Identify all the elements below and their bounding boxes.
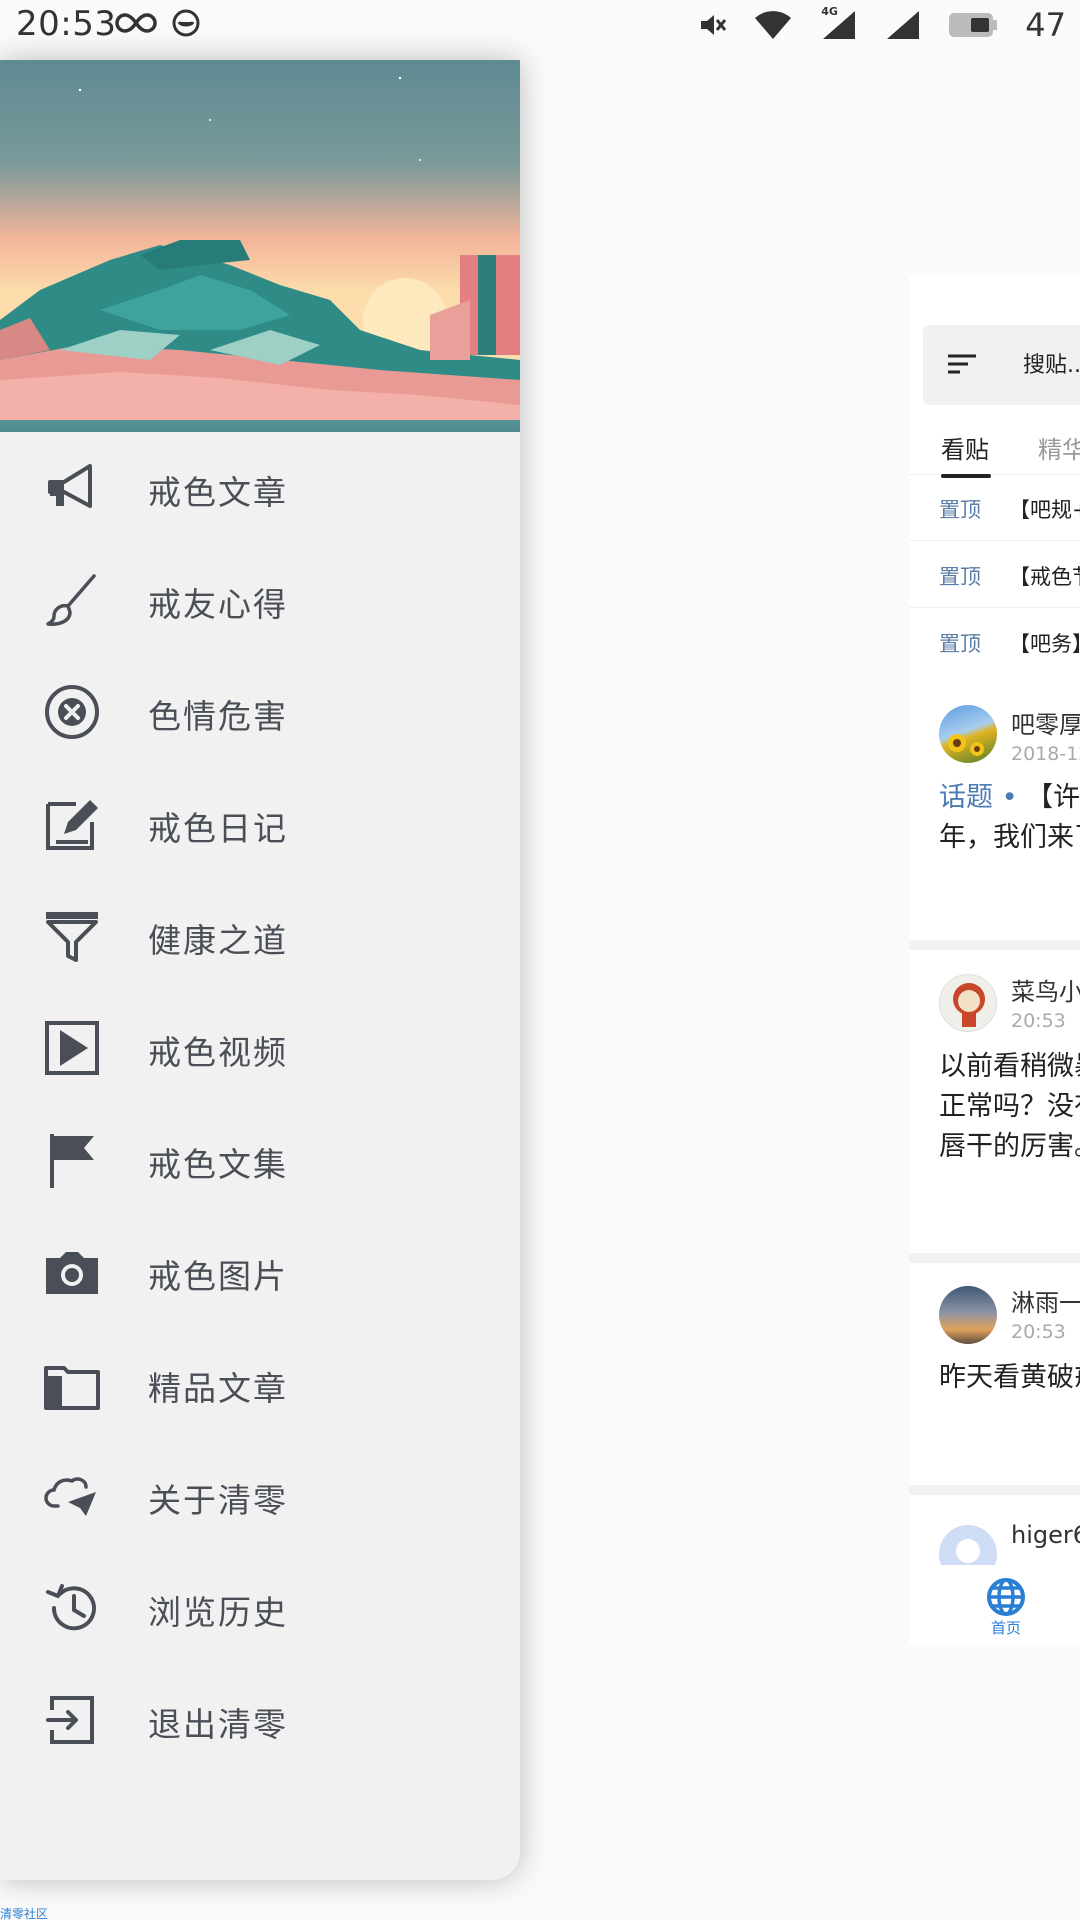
post-author[interactable]: 菜鸟小 [1011, 972, 1080, 1007]
status-left-icons [115, 8, 201, 38]
avatar[interactable] [939, 705, 997, 763]
menu-label: 戒友心得 [148, 585, 288, 624]
edit-icon [46, 800, 98, 850]
folder-icon [44, 1366, 100, 1410]
post-time: 20:53 [1011, 1010, 1066, 1032]
pinned-post[interactable]: 置顶 【吧规+ [909, 475, 1080, 541]
menu-item-collection[interactable]: 戒色文集 [0, 1104, 520, 1216]
status-bar: 20:53 4G 47 [0, 0, 1080, 52]
avatar[interactable] [939, 1286, 997, 1344]
play-icon [45, 1021, 99, 1075]
post-card[interactable]: higer66 [909, 1495, 1080, 1565]
menu-label: 戒色文集 [148, 1145, 288, 1184]
menu-item-featured-articles[interactable]: 精品文章 [0, 1328, 520, 1440]
menu-item-health[interactable]: 健康之道 [0, 880, 520, 992]
bottom-nav: 首页 [909, 1565, 1080, 1645]
flag-icon [50, 1134, 94, 1188]
post-author[interactable]: higer66 [1011, 1521, 1080, 1549]
filter-icon[interactable] [947, 353, 977, 375]
network-type: 4G [821, 5, 838, 18]
globe-icon [987, 1578, 1025, 1616]
menu-label: 健康之道 [148, 921, 288, 960]
infinity-icon [115, 13, 157, 33]
app-notification-icon [172, 9, 200, 37]
post-card[interactable]: 菜鸟小 20:53 以前看稍微暴 正常吗？没有 唇干的厉害。 [909, 950, 1080, 1253]
menu-item-harms[interactable]: 色情危害 [0, 656, 520, 768]
pinned-badge: 置顶 [939, 565, 981, 589]
background-app: 搜贴... 看贴 精华 置顶 【吧规+ 置顶 【戒色节 置顶 【吧务】 吧零厚 … [909, 275, 1080, 1645]
topic-separator: • [1001, 782, 1018, 813]
post-card[interactable]: 吧零厚 2018-12 话题 • 【许愿 年，我们来了 [909, 675, 1080, 940]
battery-icon [949, 13, 998, 37]
tab-featured[interactable]: 精华 [1038, 430, 1080, 465]
search-bar[interactable]: 搜贴... [923, 325, 1080, 405]
menu-label: 戒色视频 [148, 1033, 288, 1072]
post-divider [909, 1485, 1080, 1495]
nav-home[interactable]: 首页 [986, 1577, 1026, 1637]
post-author[interactable]: 淋雨一 [1011, 1283, 1080, 1318]
post-card[interactable]: 淋雨一 20:53 昨天看黄破戒 [909, 1263, 1080, 1485]
menu-label: 精品文章 [148, 1369, 288, 1408]
pinned-post[interactable]: 置顶 【戒色节 [909, 542, 1080, 608]
menu-item-experience[interactable]: 戒友心得 [0, 544, 520, 656]
tab-posts[interactable]: 看贴 [941, 430, 991, 478]
exit-icon [46, 1696, 94, 1744]
menu-item-articles[interactable]: 戒色文章 [0, 432, 520, 544]
wifi-icon [755, 11, 792, 39]
menu-label: 退出清零 [148, 1705, 288, 1744]
battery-level: 47 [1025, 6, 1066, 44]
post-body-line: 以前看稍微暴 [939, 1051, 1080, 1082]
post-body-line: 话题 • 【许愿 [939, 778, 1080, 818]
footer-text: 清零社区 [0, 1907, 49, 1920]
menu-label: 戒色文章 [148, 473, 288, 512]
post-author[interactable]: 吧零厚 [1011, 705, 1080, 740]
menu-item-videos[interactable]: 戒色视频 [0, 992, 520, 1104]
history-icon [46, 1584, 96, 1631]
post-body-line: 昨天看黄破戒 [939, 1362, 1080, 1393]
menu-item-logout[interactable]: 退出清零 [0, 1664, 520, 1776]
post-time: 20:53 [1011, 1321, 1066, 1343]
post-body-line: 正常吗？没有 [939, 1091, 1080, 1122]
topic-tag[interactable]: 话题 [939, 782, 993, 813]
menu-label: 戒色日记 [148, 809, 288, 848]
megaphone-icon [48, 464, 92, 508]
post-time: 2018-12 [1011, 743, 1080, 765]
pinned-badge: 置顶 [939, 498, 981, 522]
pinned-badge: 置顶 [939, 632, 981, 656]
cellular-icon [887, 11, 920, 39]
navigation-drawer: 戒色文章 戒友心得 色情危害 戒色日记 健康之道 戒色视频 戒色文集 戒色图片 … [0, 60, 520, 1880]
menu-label: 色情危害 [148, 697, 288, 736]
status-right-icons: 4G 47 [697, 5, 1066, 44]
pinned-title: 【吧规+ [1009, 498, 1080, 522]
post-divider [909, 1253, 1080, 1263]
cloud-send-icon [44, 1477, 96, 1516]
post-body-line: 年，我们来了 [939, 822, 1080, 853]
tab-bar: 看贴 精华 [909, 420, 1080, 478]
menu-label: 浏览历史 [148, 1593, 288, 1632]
pinned-title: 【戒色节 [1009, 565, 1080, 589]
status-time: 20:53 [16, 4, 117, 44]
post-divider [909, 940, 1080, 950]
x-circle-icon [45, 685, 99, 739]
search-input[interactable]: 搜贴... [1023, 347, 1080, 379]
avatar[interactable] [939, 1525, 997, 1565]
menu-label: 关于清零 [148, 1481, 288, 1520]
brush-icon [46, 574, 96, 626]
menu-item-about[interactable]: 关于清零 [0, 1440, 520, 1552]
pinned-title: 【吧务】 [1009, 632, 1080, 656]
pinned-post[interactable]: 置顶 【吧务】 [909, 609, 1080, 675]
post-body-line: 唇干的厉害。 [939, 1131, 1080, 1162]
drawer-header-image [0, 60, 520, 432]
menu-item-pictures[interactable]: 戒色图片 [0, 1216, 520, 1328]
funnel-icon [46, 912, 98, 962]
post-title: 【许愿 [1026, 782, 1080, 813]
menu-item-diary[interactable]: 戒色日记 [0, 768, 520, 880]
menu-item-history[interactable]: 浏览历史 [0, 1552, 520, 1664]
menu-label: 戒色图片 [148, 1257, 288, 1296]
camera-icon [46, 1252, 98, 1294]
cellular-4g-icon: 4G [819, 5, 857, 41]
nav-home-label: 首页 [990, 1619, 1021, 1637]
avatar[interactable] [939, 974, 997, 1032]
mute-icon [701, 15, 727, 35]
